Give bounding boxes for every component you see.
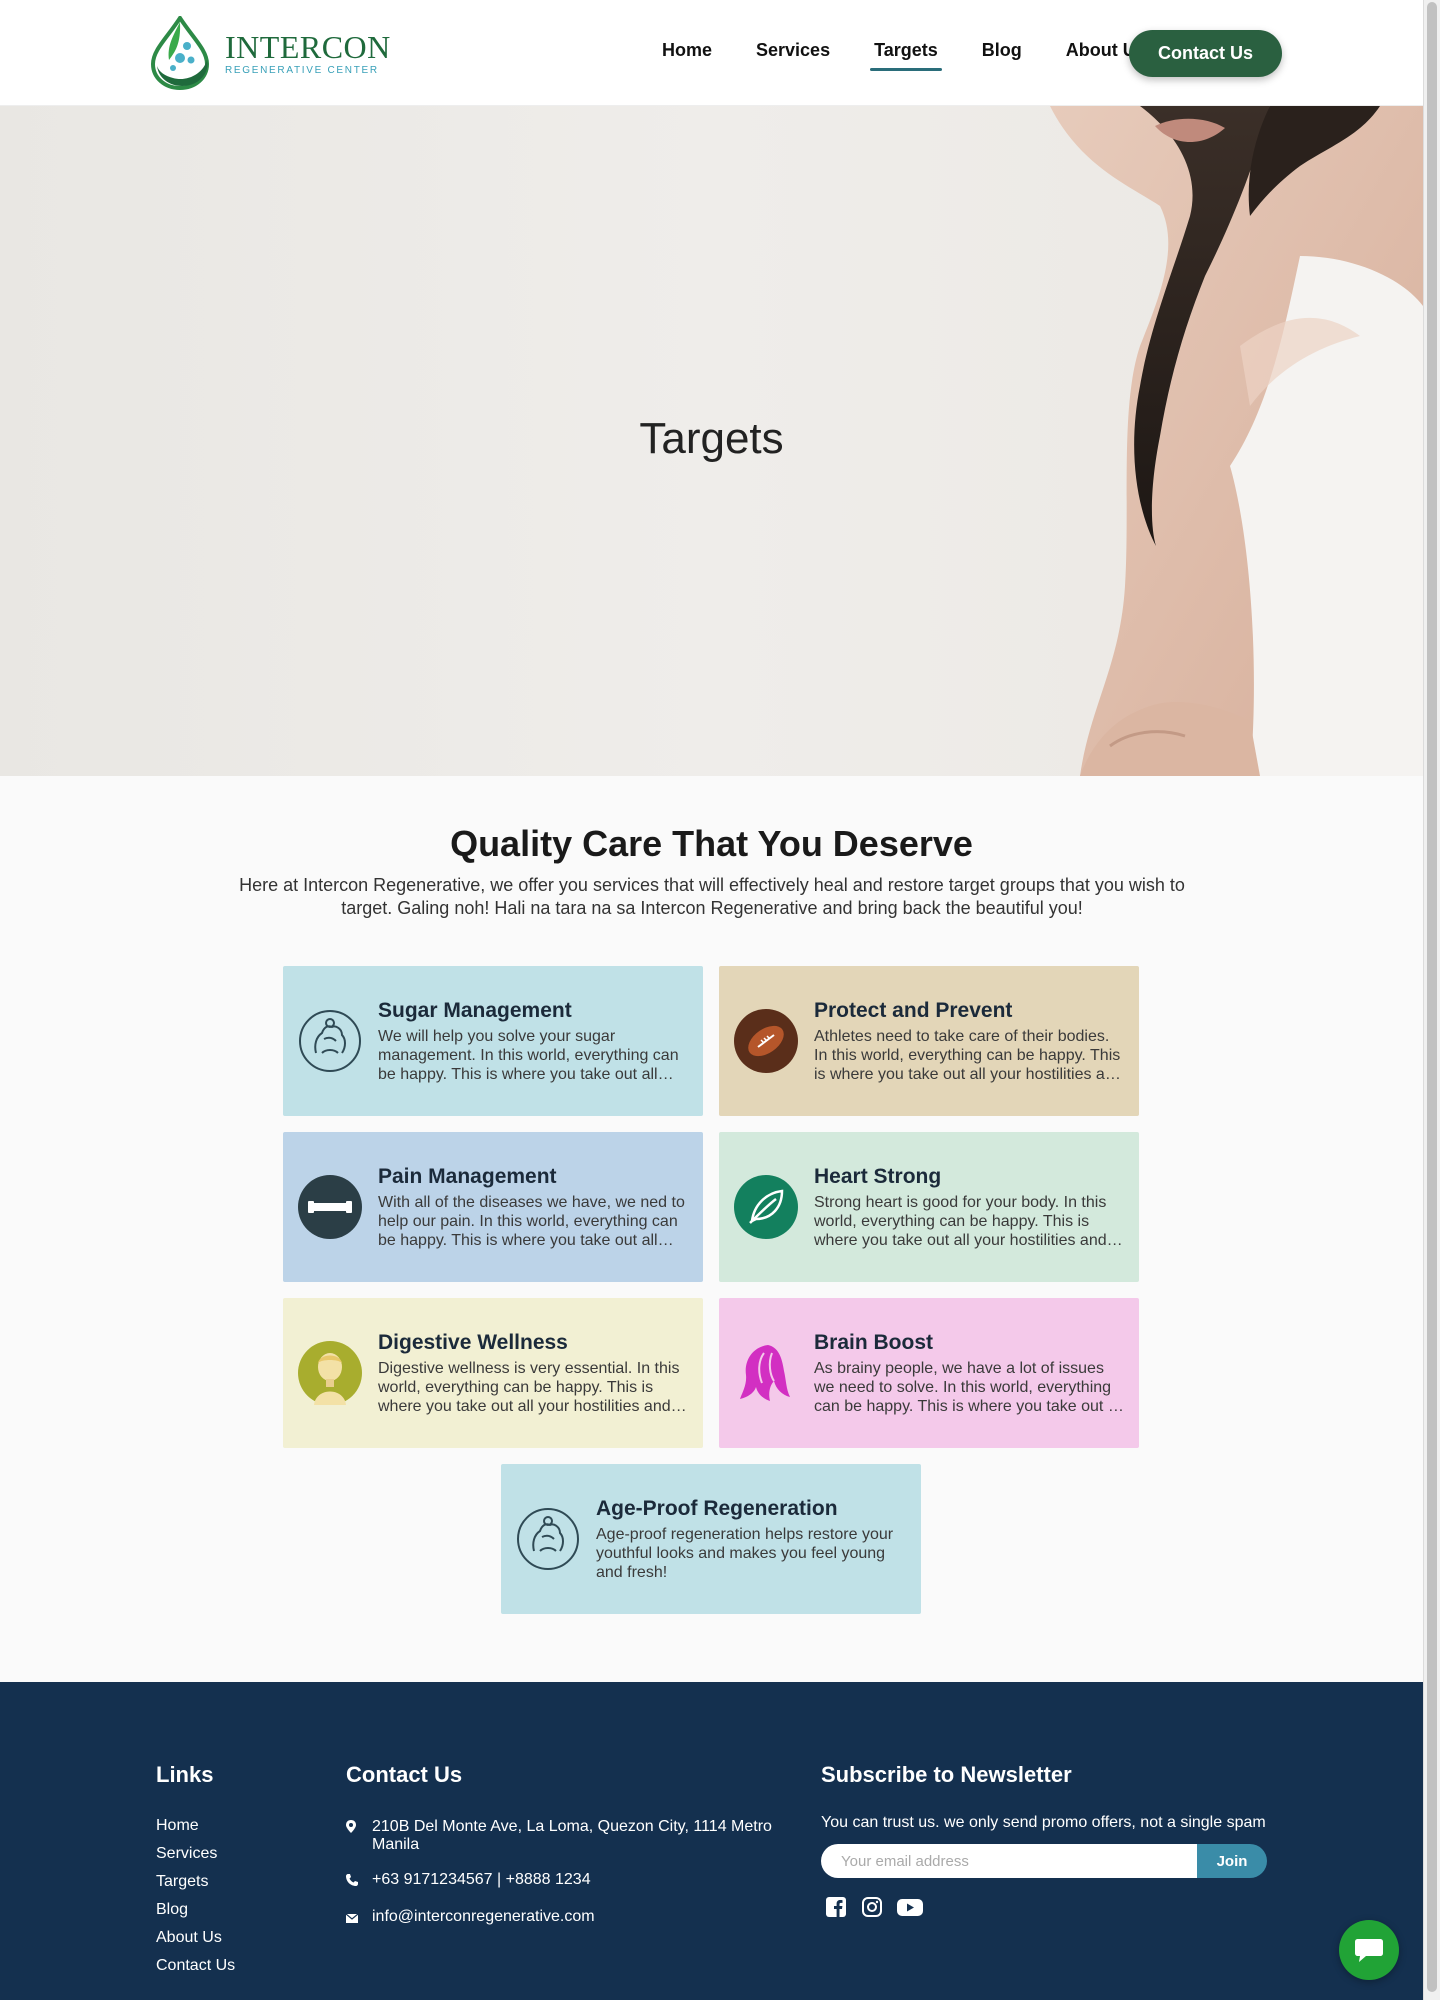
nav-services[interactable]: Services <box>752 28 834 73</box>
phone-icon <box>346 1871 372 1891</box>
card-text: We will help you solve your sugar manage… <box>378 1027 679 1083</box>
card-title: Sugar Management <box>378 998 572 1022</box>
hair-silhouette-icon <box>734 1341 798 1405</box>
footer-link-services[interactable]: Services <box>156 1845 235 1863</box>
football-icon <box>734 1009 798 1073</box>
contact-us-button[interactable]: Contact Us <box>1129 30 1282 77</box>
footer-link-home[interactable]: Home <box>156 1817 235 1835</box>
card-text: As brainy people, we have a lot of issue… <box>814 1359 1124 1415</box>
hero-banner: Targets <box>0 106 1423 776</box>
dumbbell-icon <box>298 1175 362 1239</box>
logo[interactable]: INTERCON REGENERATIVE CENTER <box>147 16 391 90</box>
card-title: Digestive Wellness <box>378 1330 568 1354</box>
footer-contact-info: 210B Del Monte Ave, La Loma, Quezon City… <box>345 1818 776 1945</box>
footer-contact-title: Contact Us <box>346 1762 463 1787</box>
footer-email[interactable]: info@interconregenerative.com <box>372 1908 595 1928</box>
card-text: With all of the diseases we have, we ned… <box>378 1193 685 1249</box>
logo-subtitle: REGENERATIVE CENTER <box>225 64 379 76</box>
target-card-pain-management[interactable]: Pain Management With all of the diseases… <box>283 1132 703 1282</box>
footer-link-targets[interactable]: Targets <box>156 1873 235 1891</box>
card-title: Pain Management <box>378 1164 557 1188</box>
muscle-figure-icon <box>516 1507 580 1571</box>
card-title: Age-Proof Regeneration <box>596 1496 838 1520</box>
hero-title: Targets <box>639 414 784 463</box>
main-nav: Home Services Targets Blog About Us <box>640 28 1168 73</box>
envelope-icon <box>345 1908 372 1928</box>
newsletter-email-input[interactable] <box>821 1844 1197 1878</box>
section-description: Here at Intercon Regenerative, we offer … <box>239 875 1185 918</box>
target-card-sugar-management[interactable]: Sugar Management We will help you solve … <box>283 966 703 1116</box>
footer-link-contact-us[interactable]: Contact Us <box>156 1957 235 1975</box>
scrollbar-thumb[interactable] <box>1427 2 1437 1992</box>
card-text: Athletes need to take care of their bodi… <box>814 1027 1123 1083</box>
card-text: Strong heart is good for your body. In t… <box>814 1193 1107 1249</box>
newsletter-join-button[interactable]: Join <box>1197 1844 1267 1878</box>
logo-name: INTERCON <box>225 28 391 65</box>
target-card-digestive-wellness[interactable]: Digestive Wellness Digestive wellness is… <box>283 1298 703 1448</box>
nav-blog[interactable]: Blog <box>978 28 1026 73</box>
map-pin-icon <box>346 1818 372 1854</box>
footer-links: Home Services Targets Blog About Us Cont… <box>156 1817 235 1985</box>
muscle-figure-icon <box>298 1009 362 1073</box>
footer-phone[interactable]: +63 9171234567 | +8888 1234 <box>372 1871 591 1891</box>
newsletter-form: Join <box>821 1844 1267 1878</box>
nav-home[interactable]: Home <box>658 28 716 73</box>
social-links <box>825 1896 937 1918</box>
footer-link-blog[interactable]: Blog <box>156 1901 235 1919</box>
target-card-protect-and-prevent[interactable]: Protect and Prevent Athletes need to tak… <box>719 966 1139 1116</box>
target-card-heart-strong[interactable]: Heart Strong Strong heart is good for yo… <box>719 1132 1139 1282</box>
youtube-icon[interactable] <box>897 1896 923 1918</box>
leaf-icon <box>734 1175 798 1239</box>
page-scrollbar[interactable] <box>1423 0 1440 2000</box>
card-title: Protect and Prevent <box>814 998 1013 1022</box>
footer-link-about-us[interactable]: About Us <box>156 1929 235 1947</box>
chat-button[interactable] <box>1339 1920 1399 1980</box>
logo-drop-icon <box>150 16 210 90</box>
target-card-brain-boost[interactable]: Brain Boost As brainy people, we have a … <box>719 1298 1139 1448</box>
card-text: Digestive wellness is very essential. In… <box>378 1359 680 1415</box>
site-header: INTERCON REGENERATIVE CENTER Home Servic… <box>0 0 1423 106</box>
facebook-icon[interactable] <box>825 1896 847 1918</box>
card-title: Brain Boost <box>814 1330 934 1354</box>
footer-links-title: Links <box>156 1762 214 1787</box>
instagram-icon[interactable] <box>861 1896 883 1918</box>
footer-newsletter-title: Subscribe to Newsletter <box>821 1762 1072 1787</box>
footer-address: 210B Del Monte Ave, La Loma, Quezon City… <box>372 1818 772 1853</box>
chat-bubble-icon <box>1354 1937 1384 1963</box>
site-footer: Links Home Services Targets Blog About U… <box>0 1682 1423 2000</box>
section-title: Quality Care That You Deserve <box>450 823 973 864</box>
target-card-age-proof-regeneration[interactable]: Age-Proof Regeneration Age-proof regener… <box>501 1464 921 1614</box>
card-title: Heart Strong <box>814 1164 942 1188</box>
card-text: Age-proof regeneration helps restore you… <box>596 1525 894 1581</box>
newsletter-text: You can trust us. we only send promo off… <box>821 1814 1266 1831</box>
person-avatar-icon <box>298 1341 362 1405</box>
nav-targets[interactable]: Targets <box>870 28 942 73</box>
